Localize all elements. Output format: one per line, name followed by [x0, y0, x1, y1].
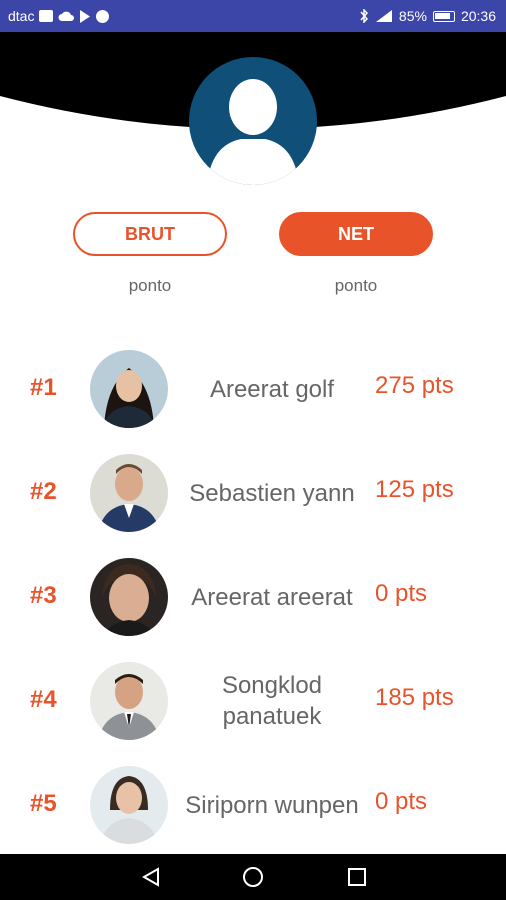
rank-label: #2	[30, 478, 57, 505]
bluetooth-icon	[360, 9, 368, 23]
player-avatar	[90, 454, 168, 532]
brut-toggle-button[interactable]: BRUT	[73, 212, 227, 256]
sim-icon	[39, 10, 54, 22]
net-sublabel: ponto	[334, 276, 378, 295]
system-nav-bar	[0, 854, 506, 900]
leaderboard-row[interactable]: #2 Sebastien yann 125 pts	[0, 448, 506, 538]
back-icon[interactable]	[140, 866, 162, 888]
status-bar: dtac 85% 20:36	[0, 0, 506, 32]
clock: 20:36	[460, 8, 496, 24]
signal-icon	[375, 10, 392, 22]
rank-label: #4	[30, 686, 57, 713]
home-icon[interactable]	[242, 866, 264, 888]
player-avatar	[90, 558, 168, 636]
carrier-label: dtac	[8, 8, 35, 24]
battery-percent: 85%	[398, 8, 427, 24]
recents-icon[interactable]	[346, 866, 368, 888]
player-avatar	[90, 350, 168, 428]
profile-avatar[interactable]	[189, 57, 317, 185]
net-toggle-button[interactable]: NET	[279, 212, 433, 256]
cloud-icon	[58, 11, 75, 21]
rank-label: #1	[30, 374, 57, 401]
leaderboard-row[interactable]: #4 Songklod panatuek 185 pts	[0, 656, 506, 746]
rank-label: #5	[30, 790, 57, 817]
player-points: 275 pts	[375, 372, 454, 399]
brut-sublabel: ponto	[128, 276, 172, 295]
player-points: 125 pts	[375, 476, 454, 503]
player-name: Areerat areerat	[191, 583, 353, 611]
vpn-icon	[96, 9, 110, 23]
player-avatar	[90, 662, 168, 740]
player-name: Areerat golf	[209, 375, 335, 403]
user-silhouette-icon	[207, 79, 299, 185]
player-name: Sebastien yann	[189, 479, 355, 507]
play-store-icon	[80, 9, 91, 23]
player-points: 0 pts	[375, 580, 428, 607]
player-name: Siriporn wunpen	[185, 791, 359, 819]
leaderboard-row[interactable]: #1 Areerat golf 275 pts	[0, 344, 506, 434]
player-name: Songklod panatuek	[221, 672, 323, 730]
player-points: 185 pts	[375, 684, 454, 711]
battery-icon	[432, 10, 455, 22]
rank-label: #3	[30, 582, 57, 609]
leaderboard-row[interactable]: #3 Areerat areerat 0 pts	[0, 552, 506, 642]
leaderboard-row[interactable]: #5 Siriporn wunpen 0 pts	[0, 760, 506, 850]
player-points: 0 pts	[375, 788, 428, 815]
player-avatar	[90, 766, 168, 844]
